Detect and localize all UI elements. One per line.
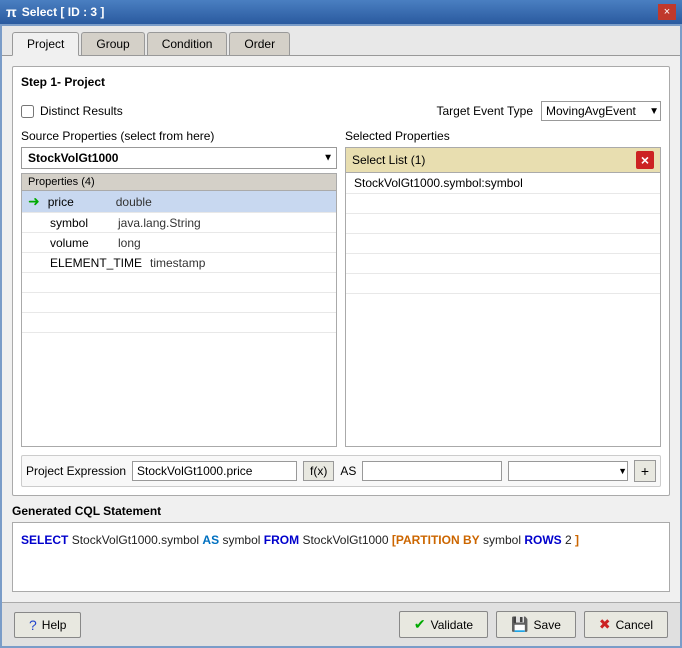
save-button[interactable]: 💾 Save [496,611,576,638]
selected-panel-header: Select List (1) × [346,148,660,173]
source-select[interactable]: StockVolGt1000 [21,147,337,169]
property-row-volume[interactable]: volume long [22,233,336,253]
empty-row-2 [22,293,336,313]
delete-button[interactable]: × [636,151,654,169]
cql-partition-field: symbol [483,533,524,547]
cancel-button[interactable]: ✖ Cancel [584,611,668,638]
delete-icon: × [636,151,654,169]
pi-icon: π [6,4,17,20]
target-event-select-wrapper: MovingAvgEventStockVolGt1000 ▼ [541,101,661,121]
properties-box: Properties (4) ➜ price double symbol jav… [21,173,337,447]
save-label: Save [534,618,561,632]
selected-item-0[interactable]: StockVolGt1000.symbol:symbol [346,173,660,194]
validate-button[interactable]: ✔ Validate [399,611,488,638]
rows-keyword: ROWS [524,533,561,547]
as-dropdown-wrapper: ▼ [508,461,628,481]
help-label: Help [42,618,67,632]
expression-row: Project Expression f(x) AS ▼ + [21,455,661,487]
partition-keyword: [PARTITION BY [392,533,480,547]
distinct-row: Distinct Results [21,104,426,118]
two-panels: Source Properties (select from here) Sto… [21,129,661,447]
from-keyword: FROM [264,533,299,547]
prop-type-price: double [116,195,152,209]
as-label: AS [340,464,356,478]
prop-name-volume: volume [50,236,110,250]
footer-left: ? Help [14,612,81,638]
title-bar-text: π Select [ ID : 3 ] [6,4,104,20]
tab-bar: Project Group Condition Order [2,26,680,56]
step-section: Step 1- Project Distinct Results Target … [12,66,670,496]
step-title: Step 1- Project [21,75,661,89]
close-bracket: ] [575,533,579,547]
check-icon: ✔ [414,616,426,633]
expression-input[interactable] [132,461,297,481]
cql-section: Generated CQL Statement SELECT StockVolG… [12,504,670,592]
cql-label: Generated CQL Statement [12,504,670,518]
property-row-element-time[interactable]: ELEMENT_TIME timestamp [22,253,336,273]
cancel-label: Cancel [616,618,653,632]
cql-table-1: StockVolGt1000 [302,533,391,547]
add-expression-button[interactable]: + [634,460,656,482]
source-panel: Source Properties (select from here) Sto… [21,129,337,447]
help-icon: ? [29,617,37,633]
title-bar: π Select [ ID : 3 ] × [0,0,682,24]
selected-panel-header-row: Selected Properties [345,129,661,143]
right-panel-selected: Select List (1) × StockVolGt1000.symbol:… [345,147,661,447]
tab-condition[interactable]: Condition [147,32,228,55]
selected-empty-2 [346,214,660,234]
as-select[interactable] [508,461,628,481]
as-input[interactable] [362,461,502,481]
selected-panel-wrapper: Selected Properties Select List (1) × St… [345,129,661,447]
tab-order[interactable]: Order [229,32,290,55]
validate-label: Validate [431,618,473,632]
properties-header: Properties (4) [22,174,336,191]
tab-group[interactable]: Group [81,32,144,55]
dialog: Project Group Condition Order Step 1- Pr… [0,24,682,648]
property-row-price[interactable]: ➜ price double [22,191,336,213]
selected-empty-1 [346,194,660,214]
cancel-icon: ✖ [599,616,611,633]
prop-type-volume: long [118,236,141,250]
target-event-row: Target Event Type MovingAvgEventStockVol… [436,101,661,121]
source-select-wrapper: StockVolGt1000 ▼ [21,147,337,169]
select-list-label: Select List (1) [352,153,425,167]
select-keyword: SELECT [21,533,68,547]
close-button[interactable]: × [658,4,676,20]
main-content: Step 1- Project Distinct Results Target … [2,56,680,602]
selected-panel: Select List (1) × StockVolGt1000.symbol:… [345,147,661,447]
empty-row-1 [22,273,336,293]
help-button[interactable]: ? Help [14,612,81,638]
formula-button[interactable]: f(x) [303,461,334,481]
save-icon: 💾 [511,616,528,633]
selected-empty-5 [346,274,660,294]
empty-row-3 [22,313,336,333]
distinct-checkbox[interactable] [21,105,34,118]
distinct-target-row: Distinct Results Target Event Type Movin… [21,101,661,121]
cql-box: SELECT StockVolGt1000.symbol AS symbol F… [12,522,670,592]
selected-empty-3 [346,234,660,254]
target-event-select[interactable]: MovingAvgEventStockVolGt1000 [541,101,661,121]
property-row-symbol[interactable]: symbol java.lang.String [22,213,336,233]
arrow-right-icon: ➜ [28,193,40,210]
prop-name-symbol: symbol [50,216,110,230]
prop-name-element-time: ELEMENT_TIME [50,256,142,270]
as-keyword-1: AS [202,533,219,547]
footer: ? Help ✔ Validate 💾 Save ✖ Cancel [2,602,680,646]
expression-label: Project Expression [26,464,126,478]
dialog-title: Select [ ID : 3 ] [22,5,105,19]
cql-field-1: StockVolGt1000.symbol [72,533,203,547]
prop-type-symbol: java.lang.String [118,216,201,230]
source-panel-label: Source Properties (select from here) [21,129,337,143]
footer-right: ✔ Validate 💾 Save ✖ Cancel [399,611,668,638]
formula-icon: f(x) [310,464,327,478]
prop-type-element-time: timestamp [150,256,205,270]
prop-name-price: price [48,195,108,209]
tab-project[interactable]: Project [12,32,79,56]
selected-panel-label: Selected Properties [345,129,450,143]
cql-rows-value: 2 [565,533,572,547]
cql-alias-1: symbol [222,533,263,547]
distinct-label: Distinct Results [40,104,123,118]
target-event-label: Target Event Type [436,104,533,118]
selected-empty-4 [346,254,660,274]
